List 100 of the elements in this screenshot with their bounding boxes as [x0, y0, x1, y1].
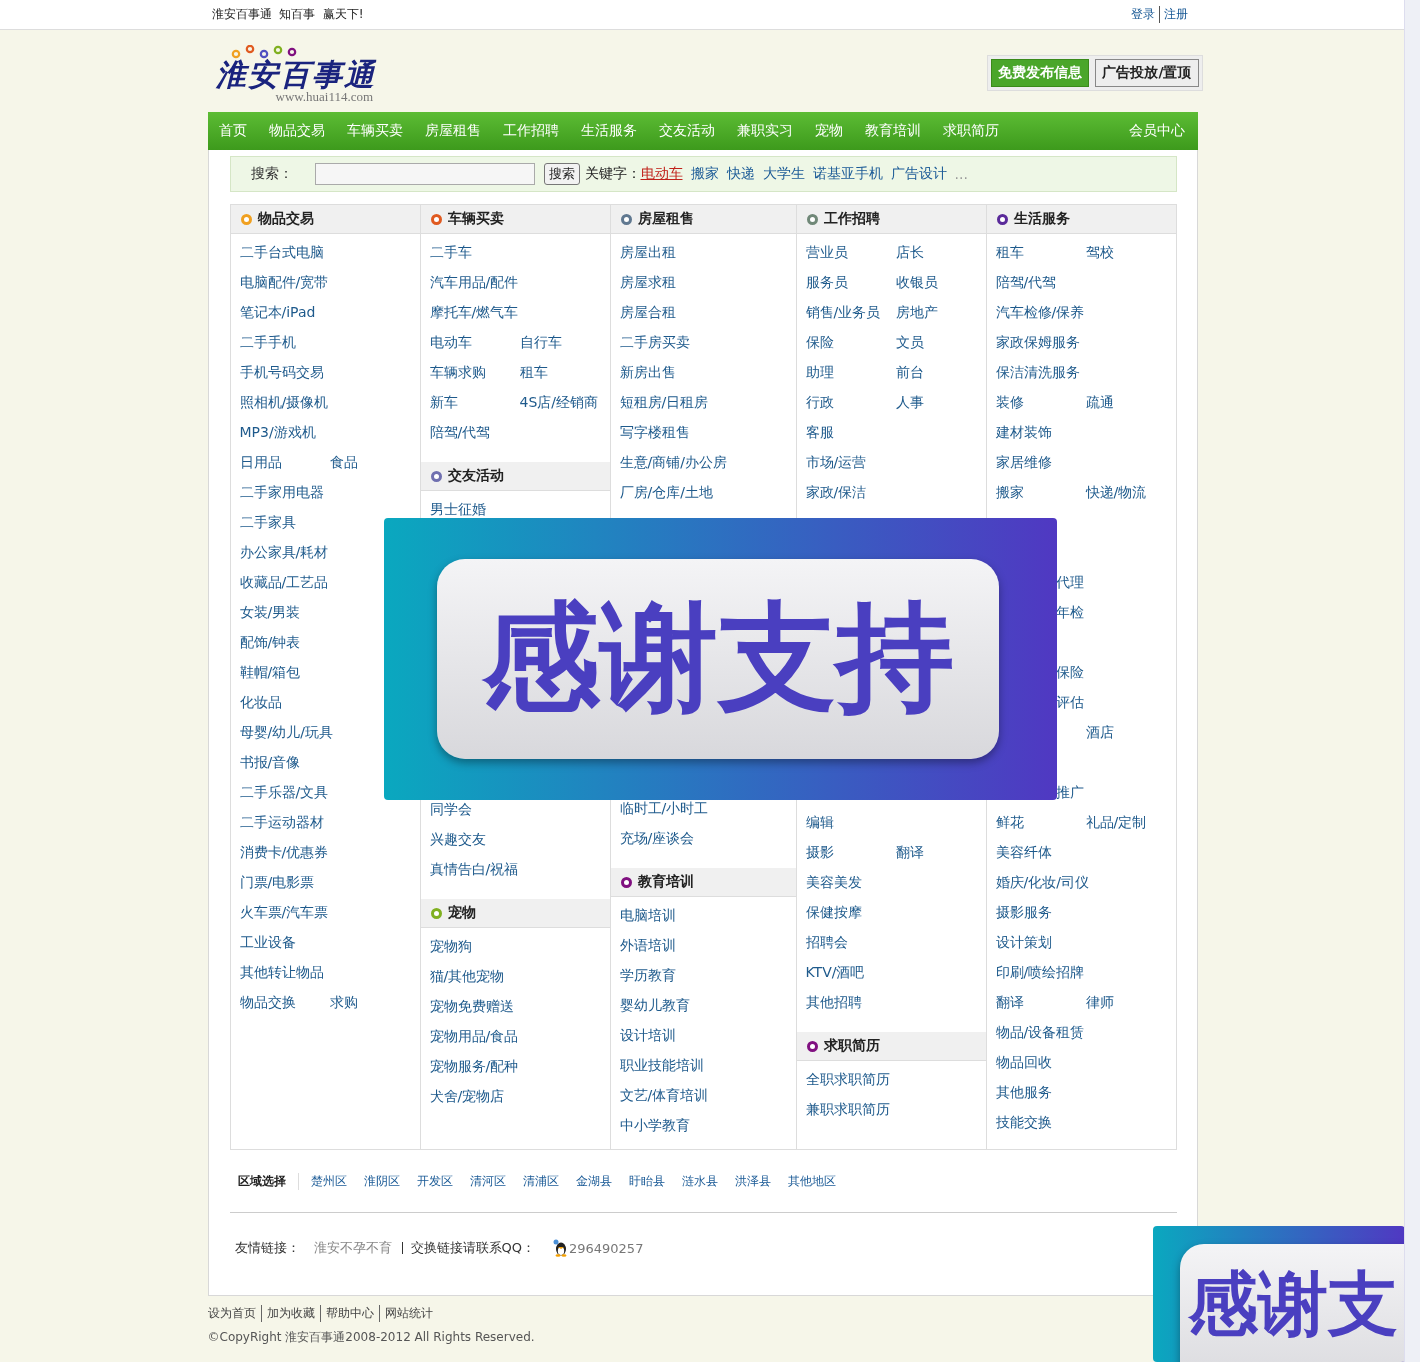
category-link[interactable]: 二手车 [429, 244, 472, 260]
category-link[interactable]: 犬舍/宠物店 [429, 1088, 505, 1104]
region-link[interactable]: 金湖县 [575, 1172, 612, 1190]
category-link[interactable]: 笔记本/iPad [239, 304, 316, 320]
category-link[interactable]: 租车 [519, 364, 548, 380]
category-link[interactable]: 物品/设备租赁 [995, 1024, 1085, 1040]
category-link[interactable]: 律师 [1085, 994, 1114, 1010]
category-link[interactable]: 搬家 [995, 484, 1024, 500]
category-link[interactable]: 二手家用电器 [239, 484, 324, 500]
category-link[interactable]: 新车 [429, 394, 458, 410]
category-link[interactable]: 房屋合租 [619, 304, 676, 320]
category-link[interactable]: 二手运动器材 [239, 814, 324, 830]
region-link[interactable]: 洪泽县 [734, 1172, 771, 1190]
category-link[interactable]: 保险 [1055, 664, 1084, 680]
category-link[interactable]: 市场/运营 [805, 454, 867, 470]
category-link[interactable]: 装修 [995, 394, 1024, 410]
category-link[interactable]: 工业设备 [239, 934, 296, 950]
category-link[interactable]: 宠物服务/配种 [429, 1058, 519, 1074]
region-link[interactable]: 清河区 [469, 1172, 506, 1190]
category-link[interactable]: 收藏品/工艺品 [239, 574, 329, 590]
category-link[interactable]: 中小学教育 [619, 1117, 690, 1133]
category-link[interactable]: 驾校 [1085, 244, 1114, 260]
category-link[interactable]: 房地产 [895, 304, 938, 320]
category-link[interactable]: 疏通 [1085, 394, 1114, 410]
category-link[interactable]: 猫/其他宠物 [429, 968, 505, 984]
category-link[interactable]: 宠物用品/食品 [429, 1028, 519, 1044]
category-link[interactable]: 客服 [805, 424, 834, 440]
category-link[interactable]: 临时工/小时工 [619, 800, 709, 816]
category-link[interactable]: 技能交换 [995, 1114, 1052, 1130]
ad-button[interactable]: 广告投放/置顶 [1095, 59, 1199, 87]
category-link[interactable]: 代理 [1055, 574, 1084, 590]
category-link[interactable]: 照相机/摄像机 [239, 394, 329, 410]
category-link[interactable]: 日用品 [239, 454, 282, 470]
category-link[interactable]: 二手房买卖 [619, 334, 690, 350]
category-link[interactable]: 宠物免费赠送 [429, 998, 514, 1014]
category-link[interactable]: 评估 [1055, 694, 1084, 710]
category-link[interactable]: 学历教育 [619, 967, 676, 983]
category-link[interactable]: 火车票/汽车票 [239, 904, 329, 920]
category-link[interactable]: 电脑配件/宽带 [239, 274, 329, 290]
category-link[interactable]: 摄影 [805, 844, 834, 860]
category-link[interactable]: 婴幼儿教育 [619, 997, 690, 1013]
category-link[interactable]: 推广 [1055, 784, 1084, 800]
category-link[interactable]: 消费卡/优惠券 [239, 844, 329, 860]
category-link[interactable]: 文艺/体育培训 [619, 1087, 709, 1103]
category-link[interactable]: 快递/物流 [1085, 484, 1147, 500]
category-link[interactable]: 文员 [895, 334, 924, 350]
category-link[interactable]: 职业技能培训 [619, 1057, 704, 1073]
category-link[interactable]: 摩托车/燃气车 [429, 304, 519, 320]
category-link[interactable]: 其他招聘 [805, 994, 862, 1010]
keyword-link[interactable]: 大学生 [762, 165, 805, 183]
category-link[interactable]: 兴趣交友 [429, 831, 486, 847]
category-link[interactable]: KTV/酒吧 [805, 964, 865, 980]
region-link[interactable]: 涟水县 [681, 1172, 718, 1190]
category-link[interactable]: 其他服务 [995, 1084, 1052, 1100]
footer-link[interactable]: 帮助中心 [319, 1304, 379, 1322]
keyword-link[interactable]: 搬家 [690, 165, 719, 183]
category-link[interactable]: 建材装饰 [995, 424, 1052, 440]
keyword-link[interactable]: 广告设计 [890, 165, 947, 183]
category-link[interactable]: 写字楼租售 [619, 424, 690, 440]
search-field[interactable] [314, 163, 535, 185]
category-link[interactable]: 酒店 [1085, 724, 1114, 740]
category-link[interactable]: 新房出售 [619, 364, 676, 380]
category-link[interactable]: 生意/商铺/办公房 [619, 454, 727, 470]
category-link[interactable]: 印刷/喷绘招牌 [995, 964, 1085, 980]
keyword-link[interactable]: 诺基亚手机 [812, 165, 883, 183]
category-link[interactable]: 厂房/仓库/土地 [619, 484, 713, 500]
account-link[interactable]: 注册 [1158, 6, 1192, 23]
category-link[interactable]: 保险 [805, 334, 834, 350]
category-link[interactable]: 房屋求租 [619, 274, 676, 290]
category-link[interactable]: 招聘会 [805, 934, 848, 950]
category-link[interactable]: 收银员 [895, 274, 938, 290]
search-button[interactable]: 搜索 [543, 163, 580, 185]
category-link[interactable]: 服务员 [805, 274, 848, 290]
category-link[interactable]: 店长 [895, 244, 924, 260]
category-link[interactable]: 电脑培训 [619, 907, 676, 923]
category-link[interactable]: 保洁清洗服务 [995, 364, 1080, 380]
category-link[interactable]: 男士征婚 [429, 501, 486, 517]
category-link[interactable]: 租车 [995, 244, 1024, 260]
category-link[interactable]: 家政/保洁 [805, 484, 867, 500]
footer-link[interactable]: 网站统计 [378, 1304, 438, 1322]
category-link[interactable]: 配饰/钟表 [239, 634, 301, 650]
category-link[interactable]: 二手手机 [239, 334, 296, 350]
friend-link[interactable]: 淮安不孕不育 [313, 1239, 392, 1257]
category-link[interactable]: 求购 [329, 994, 358, 1010]
category-link[interactable]: 年检 [1055, 604, 1084, 620]
account-link[interactable]: 登录 [1126, 6, 1159, 23]
category-link[interactable]: 编辑 [805, 814, 834, 830]
category-link[interactable]: 汽车检修/保养 [995, 304, 1085, 320]
floating-ad[interactable]: 感谢支 [1153, 1226, 1405, 1362]
category-link[interactable]: 婚庆/化妆/司仪 [995, 874, 1089, 890]
category-link[interactable]: 礼品/定制 [1085, 814, 1147, 830]
footer-link[interactable]: 设为首页 [207, 1304, 261, 1322]
category-link[interactable]: 人事 [895, 394, 924, 410]
category-link[interactable]: 美容美发 [805, 874, 862, 890]
category-link[interactable]: 电动车 [429, 334, 472, 350]
category-link[interactable]: 设计培训 [619, 1027, 676, 1043]
category-link[interactable]: 房屋出租 [619, 244, 676, 260]
category-link[interactable]: 保健按摩 [805, 904, 862, 920]
keyword-link[interactable]: 电动车 [640, 165, 683, 183]
category-link[interactable]: 行政 [805, 394, 834, 410]
